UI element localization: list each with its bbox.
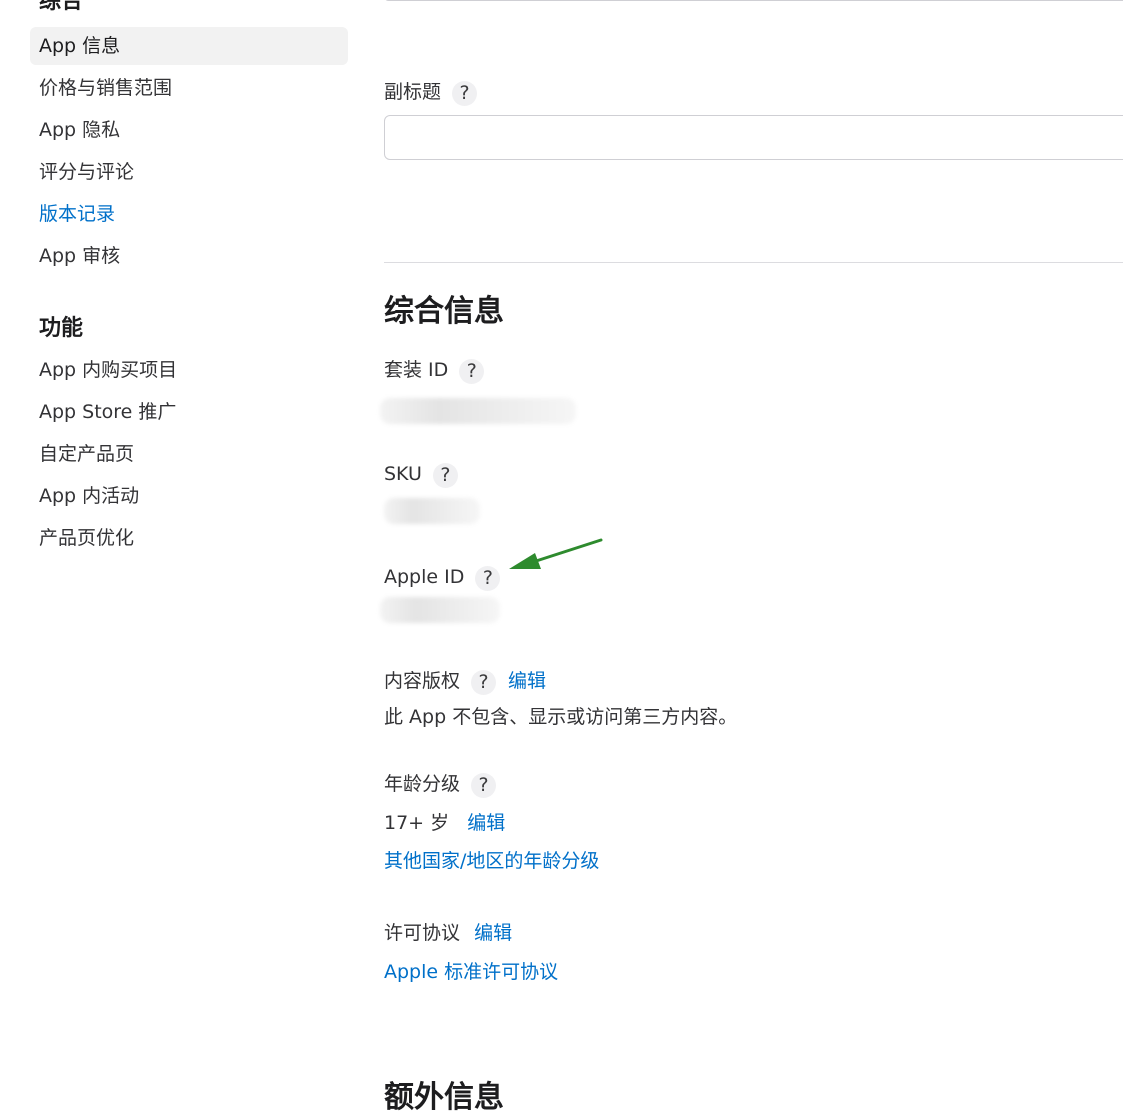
sku-label: SKU [384, 462, 422, 485]
bundle-id-label-row: 套装 ID ? [384, 355, 485, 384]
sku-help-icon[interactable]: ? [432, 463, 458, 488]
bundle-id-help-icon[interactable]: ? [459, 359, 485, 384]
sidebar-item-ratings[interactable]: 评分与评论 [30, 153, 348, 191]
sidebar-item-app-review[interactable]: App 审核 [30, 237, 348, 275]
apple-id-label: Apple ID [384, 565, 465, 588]
sidebar-item-in-app-purchases[interactable]: App 内购买项目 [30, 351, 348, 389]
age-rating-label: 年龄分级 [384, 772, 461, 795]
general-info-title: 综合信息 [384, 294, 504, 329]
age-rating-edit-link[interactable]: 编辑 [467, 812, 505, 834]
license-label: 许可协议 [384, 922, 461, 944]
sidebar-heading-general: 综合 [39, 0, 84, 14]
sidebar-heading-features: 功能 [39, 316, 84, 341]
age-rating-label-row: 年龄分级 ? [384, 769, 497, 798]
standard-license-link[interactable]: Apple 标准许可协议 [384, 959, 558, 985]
name-input[interactable] [384, 0, 1123, 1]
subtitle-label-row: 副标题 ? [384, 77, 478, 106]
sidebar-item-app-info[interactable]: App 信息 [30, 27, 348, 65]
sidebar-item-in-app-events[interactable]: App 内活动 [30, 477, 348, 515]
age-rating-value-row: 17+ 岁 编辑 [384, 810, 505, 836]
main-content: 副标题 ? 综合信息 套装 ID ? SKU ? Apple ID ? 内容版权… [380, 0, 1123, 1115]
content-rights-help-icon[interactable]: ? [471, 670, 497, 695]
content-rights-edit-link[interactable]: 编辑 [508, 668, 546, 694]
sidebar: 综合 App 信息 价格与销售范围 App 隐私 评分与评论 版本记录 App … [0, 0, 360, 1109]
sku-value-redacted [384, 498, 480, 524]
age-rating-help-icon[interactable]: ? [471, 773, 497, 798]
sku-label-row: SKU ? [384, 459, 458, 488]
age-rating-value: 17+ 岁 [384, 812, 450, 834]
sidebar-item-custom-product-pages[interactable]: 自定产品页 [30, 435, 348, 473]
sidebar-item-version-history[interactable]: 版本记录 [30, 195, 348, 233]
license-label-row: 许可协议 编辑 [384, 920, 512, 946]
subtitle-help-icon[interactable]: ? [452, 81, 478, 106]
sidebar-item-app-store-promotion[interactable]: App Store 推广 [30, 393, 348, 431]
bundle-id-label: 套装 ID [384, 358, 449, 381]
sidebar-item-product-page-optimization[interactable]: 产品页优化 [30, 519, 348, 557]
bundle-id-value-redacted [380, 398, 576, 424]
sidebar-item-pricing[interactable]: 价格与销售范围 [30, 69, 348, 107]
sidebar-item-app-privacy[interactable]: App 隐私 [30, 111, 348, 149]
other-regions-age-rating-link[interactable]: 其他国家/地区的年龄分级 [384, 848, 599, 874]
content-rights-label: 内容版权 [384, 669, 461, 692]
content-rights-label-row: 内容版权 ? 编辑 [384, 666, 546, 695]
apple-id-help-icon[interactable]: ? [475, 566, 501, 591]
green-arrow-icon [509, 538, 603, 569]
subtitle-label: 副标题 [384, 80, 442, 103]
apple-id-label-row: Apple ID ? [384, 562, 501, 591]
additional-info-title: 额外信息 [384, 1080, 504, 1115]
content-rights-value: 此 App 不包含、显示或访问第三方内容。 [384, 706, 738, 728]
license-edit-link[interactable]: 编辑 [474, 922, 512, 944]
apple-id-value-redacted [380, 597, 500, 623]
subtitle-input[interactable] [384, 115, 1123, 160]
section-divider [384, 262, 1123, 263]
